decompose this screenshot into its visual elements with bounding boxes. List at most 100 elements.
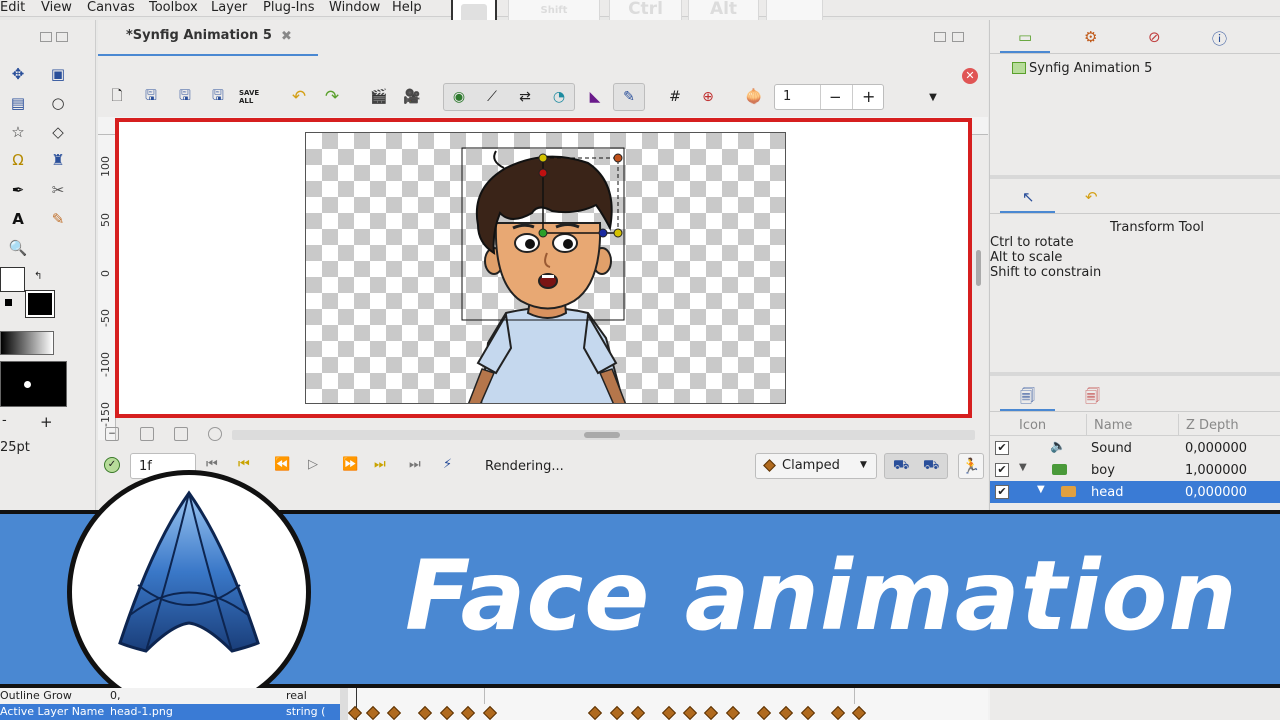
canvas-tab-title[interactable]: *Synfig Animation 5 (126, 28, 272, 43)
star-tool-icon[interactable]: ☆ (8, 122, 28, 142)
layer-visible-checkbox[interactable]: ✔ (995, 485, 1009, 499)
lock-future-icon[interactable]: ⛟ (923, 458, 939, 475)
transform-tool-icon[interactable]: ✥ (8, 64, 28, 84)
next-frame-icon[interactable]: ⏩ (342, 457, 358, 472)
animate-mode-icon[interactable]: 🏃 (958, 453, 984, 479)
tool-options-tab-icon[interactable]: ↖ (1022, 188, 1035, 206)
pen-mode-icon[interactable]: ✎ (616, 84, 642, 110)
layer-name[interactable]: Sound (1091, 441, 1132, 456)
zoom-fit-icon[interactable] (140, 427, 154, 441)
panel-splitter[interactable] (340, 688, 348, 720)
swap-colors-icon[interactable]: ↰ (34, 271, 42, 282)
text-tool-icon[interactable]: A (8, 209, 28, 229)
size-increase[interactable]: + (40, 413, 53, 431)
canvas-workarea[interactable] (115, 118, 972, 418)
size-decrease[interactable]: - (2, 413, 7, 428)
redo-icon[interactable]: ↷ (319, 84, 345, 110)
info-tab-icon[interactable]: ⓘ (1212, 28, 1227, 49)
zoom-out-icon[interactable]: − (105, 427, 119, 441)
expander-icon[interactable]: ▼ (1019, 462, 1027, 473)
zoom-in-icon[interactable] (208, 427, 222, 441)
circle-tool-icon[interactable]: ○ (48, 93, 68, 113)
spinner-minus[interactable]: − (829, 88, 842, 106)
render-icon[interactable]: 🎬 (366, 84, 392, 110)
menu-view[interactable]: View (41, 0, 72, 17)
close-canvas-icon[interactable]: ✕ (962, 68, 978, 84)
expander-icon[interactable]: ▼ (1037, 484, 1045, 495)
layers-tab-icon[interactable]: 🗐 (1020, 386, 1035, 411)
spline-tool-icon[interactable]: Ω (8, 150, 28, 170)
menu-toolbox[interactable]: Toolbox (149, 0, 198, 17)
grid-icon[interactable]: # (662, 84, 688, 110)
header-name[interactable]: Name (1094, 418, 1132, 433)
fill-tool-icon[interactable]: ♜ (48, 150, 68, 170)
menu-layer[interactable]: Layer (211, 0, 247, 17)
angle-handles-icon[interactable]: ◔ (546, 84, 572, 110)
show-handles-icon[interactable]: ◉ (446, 84, 472, 110)
save-as-icon[interactable]: 🖫 (172, 84, 198, 110)
param-value[interactable]: 0, (110, 688, 121, 704)
fill-color-swatch[interactable] (25, 290, 55, 318)
menu-help[interactable]: Help (392, 0, 422, 17)
width-handles-icon[interactable]: ⇄ (512, 84, 538, 110)
canvas-document[interactable] (305, 132, 786, 404)
current-frame-value[interactable]: 1f (139, 459, 152, 474)
toolbar-overflow-icon[interactable]: ▼ (920, 84, 946, 110)
next-keyframe-icon[interactable]: ⏭ (374, 457, 386, 472)
scale-tool-icon[interactable]: ▤ (8, 93, 28, 113)
layer-visible-checkbox[interactable]: ✔ (995, 463, 1009, 477)
prev-keyframe-icon[interactable]: ⏮ (238, 457, 250, 472)
zoom-tool-icon[interactable]: 🔍 (8, 238, 28, 258)
seek-end-icon[interactable]: ⏭ (409, 457, 421, 472)
save-icon[interactable]: 🖫 (138, 84, 164, 110)
polygon-tool-icon[interactable]: ◇ (48, 122, 68, 142)
new-file-icon[interactable]: 🗋 (104, 84, 130, 110)
save-all-icon[interactable]: SAVE ALL (239, 84, 265, 110)
onion-skin-icon[interactable]: 🧅 (741, 84, 767, 110)
layer-row-boy[interactable]: ✔ ▼ boy 1,000000 (990, 459, 1280, 481)
zoom-100-icon[interactable] (174, 427, 188, 441)
menu-plugins[interactable]: Plug-Ins (263, 0, 314, 17)
interpolation-value[interactable]: Clamped (782, 458, 840, 473)
cutout-tool-icon[interactable]: ✂ (48, 180, 68, 200)
gradient-swatch[interactable] (0, 331, 54, 355)
bline-handles-icon[interactable]: ⟋ (479, 84, 505, 110)
play-icon[interactable]: ▷ (308, 457, 318, 472)
layer-row-sound[interactable]: ✔ 🔈 Sound 0,000000 (990, 437, 1280, 459)
seek-begin-icon[interactable]: ⏮ (206, 457, 218, 472)
lock-past-icon[interactable]: ⛟ (893, 458, 909, 475)
past-keyframes-spinner[interactable]: 1 − + (774, 84, 884, 110)
brush-tool-icon[interactable]: ✎ (48, 209, 68, 229)
draw-mode-icon[interactable]: ◣ (582, 84, 608, 110)
interpolation-select[interactable]: Clamped ▼ (755, 453, 877, 479)
header-zdepth[interactable]: Z Depth (1186, 418, 1239, 433)
param-value[interactable]: head-1.png (110, 704, 173, 720)
animation-mode-icon[interactable]: ✓ (104, 457, 120, 473)
draw-tool-icon[interactable]: ✒ (8, 180, 28, 200)
history-tab-icon[interactable]: ↶ (1085, 188, 1098, 206)
layer-name[interactable]: boy (1091, 463, 1115, 478)
canvas-browser-item[interactable]: Synfig Animation 5 (1029, 61, 1152, 76)
outline-color-swatch[interactable] (0, 267, 25, 292)
save-copy-icon[interactable]: 🖫 (205, 84, 231, 110)
menu-edit[interactable]: Edit (0, 0, 25, 17)
spinner-plus[interactable]: + (862, 87, 875, 106)
preview-icon[interactable]: 🎥 (399, 84, 425, 110)
menu-canvas[interactable]: Canvas (87, 0, 135, 17)
close-tab-icon[interactable]: ✖ (281, 29, 292, 44)
snap-icon[interactable]: ⊕ (695, 84, 721, 110)
smooth-move-icon[interactable]: ▣ (48, 64, 68, 84)
canvas-browser-tab-icon[interactable]: ▭ (1018, 28, 1032, 46)
horizontal-scrollbar[interactable] (232, 430, 975, 440)
prev-frame-icon[interactable]: ⏪ (274, 457, 290, 472)
navigator-tab-icon[interactable]: ⊘ (1148, 28, 1161, 46)
layer-name[interactable]: head (1091, 485, 1123, 500)
param-row-outline-grow[interactable]: Outline Grow 0, real (0, 688, 340, 704)
menu-window[interactable]: Window (329, 0, 380, 17)
spinner-value[interactable]: 1 (783, 89, 791, 104)
header-icon[interactable]: Icon (1019, 418, 1046, 433)
param-row-active-layer[interactable]: Active Layer Name head-1.png string ( (0, 704, 340, 720)
reset-colors-icon[interactable] (5, 299, 12, 306)
vertical-scrollbar[interactable] (976, 250, 981, 286)
layer-row-head[interactable]: ✔ ▼ head 0,000000 (990, 481, 1280, 503)
